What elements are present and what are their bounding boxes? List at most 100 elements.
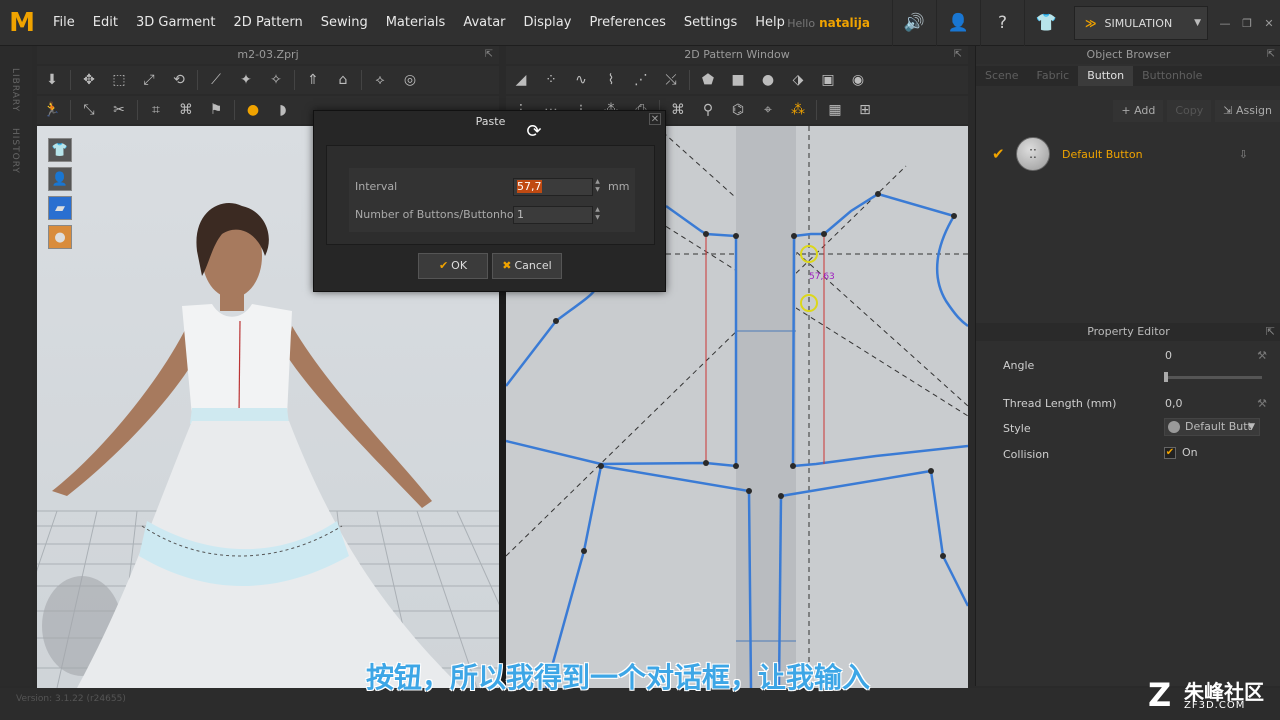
select-move-icon[interactable]: ✥ bbox=[74, 67, 104, 93]
help-icon[interactable]: ? bbox=[980, 0, 1024, 46]
ok-button[interactable]: ✔ OK bbox=[418, 253, 488, 279]
check-icon: ✔ bbox=[992, 145, 1005, 163]
popout-icon[interactable]: ⇱ bbox=[1266, 323, 1275, 341]
collision-checkbox[interactable]: ✔ bbox=[1164, 447, 1176, 459]
avatar-pose-icon[interactable]: 🏃 bbox=[37, 97, 67, 123]
collision-label: Collision bbox=[1003, 448, 1050, 461]
angle-slider[interactable] bbox=[1164, 372, 1262, 382]
menu-display[interactable]: Display bbox=[515, 0, 581, 46]
select-box-icon[interactable]: ⬚ bbox=[104, 67, 134, 93]
library-tab[interactable]: LIBRARY bbox=[10, 68, 20, 112]
username[interactable]: natalija bbox=[819, 16, 870, 30]
menu-settings[interactable]: Settings bbox=[675, 0, 746, 46]
edit-curve-icon[interactable]: ∿ bbox=[566, 67, 596, 93]
circle-tool-icon[interactable]: ◎ bbox=[395, 67, 425, 93]
menu-sewing[interactable]: Sewing bbox=[312, 0, 377, 46]
wrench-icon[interactable]: ⚒ bbox=[1257, 394, 1267, 414]
add-button[interactable]: + Add bbox=[1113, 100, 1164, 122]
quilt-icon[interactable]: ⌖ bbox=[753, 97, 783, 123]
internal-polygon-icon[interactable]: ⬗ bbox=[783, 67, 813, 93]
simulation-dropdown[interactable]: ≫ SIMULATION ▼ bbox=[1074, 6, 1208, 40]
wrench-icon[interactable]: ⚒ bbox=[1257, 346, 1267, 366]
menu-preferences[interactable]: Preferences bbox=[580, 0, 674, 46]
tab-buttonhole[interactable]: Buttonhole bbox=[1133, 66, 1211, 86]
assign-button[interactable]: ⇲ Assign bbox=[1215, 100, 1280, 122]
popout-icon[interactable]: ⇱ bbox=[485, 46, 493, 64]
grid-box-icon[interactable]: ⊞ bbox=[850, 97, 880, 123]
close-icon[interactable]: ✕ bbox=[1258, 13, 1280, 33]
pin-icon[interactable]: ⟋ bbox=[201, 67, 231, 93]
knit-icon[interactable]: ⌬ bbox=[723, 97, 753, 123]
restore-icon[interactable]: ❐ bbox=[1236, 13, 1258, 33]
shirt-tool-icon[interactable]: ⌘ bbox=[171, 97, 201, 123]
watermark-url: ZF3D.COM bbox=[1184, 700, 1246, 711]
transform-icon[interactable]: ⤢ bbox=[134, 67, 164, 93]
texture-view-icon[interactable]: ▰ bbox=[48, 196, 72, 220]
scissors-icon[interactable]: ✂ bbox=[104, 97, 134, 123]
menu-file[interactable]: File bbox=[44, 0, 84, 46]
interval-input[interactable]: 57,7 bbox=[513, 178, 593, 196]
simulate-icon[interactable]: ⬇ bbox=[37, 67, 67, 93]
property-editor-title: Property Editor bbox=[1087, 325, 1170, 338]
rectangle-icon[interactable]: ■ bbox=[723, 67, 753, 93]
popout-icon[interactable]: ⇱ bbox=[954, 46, 962, 64]
count-spinner[interactable]: ▲ ▼ bbox=[593, 206, 602, 224]
fit-icon[interactable]: ⤡ bbox=[74, 97, 104, 123]
edit-point-icon[interactable]: ⁘ bbox=[536, 67, 566, 93]
avatar-view-icon[interactable]: 👤 bbox=[48, 167, 72, 191]
tape-icon[interactable]: ⟡ bbox=[365, 67, 395, 93]
tab-button[interactable]: Button bbox=[1078, 66, 1134, 86]
speaker-icon[interactable]: 🔊 bbox=[892, 0, 936, 46]
grid-select-icon[interactable]: ▦ bbox=[820, 97, 850, 123]
pattern-icon[interactable]: ⚑ bbox=[201, 97, 231, 123]
menu-materials[interactable]: Materials bbox=[377, 0, 455, 46]
slash-icon[interactable]: ⤯ bbox=[656, 67, 686, 93]
style-select[interactable]: Default Butt ▼ bbox=[1164, 418, 1260, 436]
menu-avatar[interactable]: Avatar bbox=[454, 0, 514, 46]
fold-icon[interactable]: ⇑ bbox=[298, 67, 328, 93]
garment-view-icon[interactable]: 👕 bbox=[48, 138, 72, 162]
cancel-button[interactable]: ✖ Cancel bbox=[492, 253, 562, 279]
curve-point-icon[interactable]: ⌇ bbox=[596, 67, 626, 93]
user-icon[interactable]: 👤 bbox=[936, 0, 980, 46]
menu-edit[interactable]: Edit bbox=[84, 0, 127, 46]
menu-2d-pattern[interactable]: 2D Pattern bbox=[225, 0, 312, 46]
thread-length-value[interactable]: 0,0 bbox=[1165, 394, 1183, 414]
edit-pattern-icon[interactable]: ◢ bbox=[506, 67, 536, 93]
arrange-icon[interactable]: ✧ bbox=[261, 67, 291, 93]
tab-scene[interactable]: Scene bbox=[976, 66, 1028, 86]
app-logo[interactable]: M bbox=[0, 0, 44, 46]
popout-icon[interactable]: ⇱ bbox=[1267, 46, 1275, 64]
tab-fabric[interactable]: Fabric bbox=[1028, 66, 1079, 86]
internal-circle-icon[interactable]: ◉ bbox=[843, 67, 873, 93]
buttonhole-tool-icon[interactable]: ◗ bbox=[268, 97, 298, 123]
garment-fit-icon[interactable]: ⚲ bbox=[693, 97, 723, 123]
shirt-edit-icon[interactable]: ⌘ bbox=[663, 97, 693, 123]
tack-icon[interactable]: ✦ bbox=[231, 67, 261, 93]
skin-view-icon[interactable]: ● bbox=[48, 225, 72, 249]
circle-icon[interactable]: ● bbox=[753, 67, 783, 93]
polygon-icon[interactable]: ⬟ bbox=[693, 67, 723, 93]
button-2d-icon[interactable]: ⁂ bbox=[783, 97, 813, 123]
strap-icon[interactable]: ⌗ bbox=[141, 97, 171, 123]
button-style-icon bbox=[1168, 421, 1180, 433]
button-tool-icon[interactable]: ● bbox=[238, 97, 268, 123]
menu-3d-garment[interactable]: 3D Garment bbox=[127, 0, 225, 46]
count-input[interactable]: 1 bbox=[513, 206, 593, 224]
shirt-icon[interactable]: 👕 bbox=[1024, 0, 1068, 46]
gizmo-icon[interactable]: ⟲ bbox=[164, 67, 194, 93]
save-icon[interactable]: ⇩ bbox=[1239, 148, 1248, 161]
internal-rectangle-icon[interactable]: ▣ bbox=[813, 67, 843, 93]
object-browser-actions: + Add Copy ⇲ Assign bbox=[1109, 100, 1280, 122]
add-point-icon[interactable]: ⋰ bbox=[626, 67, 656, 93]
interval-spinner[interactable]: ▲ ▼ bbox=[593, 178, 602, 196]
minimize-icon[interactable]: — bbox=[1214, 13, 1236, 33]
close-icon[interactable]: ✕ bbox=[649, 113, 661, 125]
history-tab[interactable]: HISTORY bbox=[10, 128, 20, 174]
angle-value[interactable]: 0 bbox=[1165, 346, 1172, 366]
garment-icon[interactable]: ⌂ bbox=[328, 67, 358, 93]
list-item-label: Default Button bbox=[1062, 147, 1143, 161]
list-item[interactable]: ✔ ⁚⁚ Default Button ⇩ bbox=[992, 134, 1272, 174]
copy-button[interactable]: Copy bbox=[1167, 100, 1212, 122]
angle-slider-knob[interactable] bbox=[1164, 372, 1168, 382]
